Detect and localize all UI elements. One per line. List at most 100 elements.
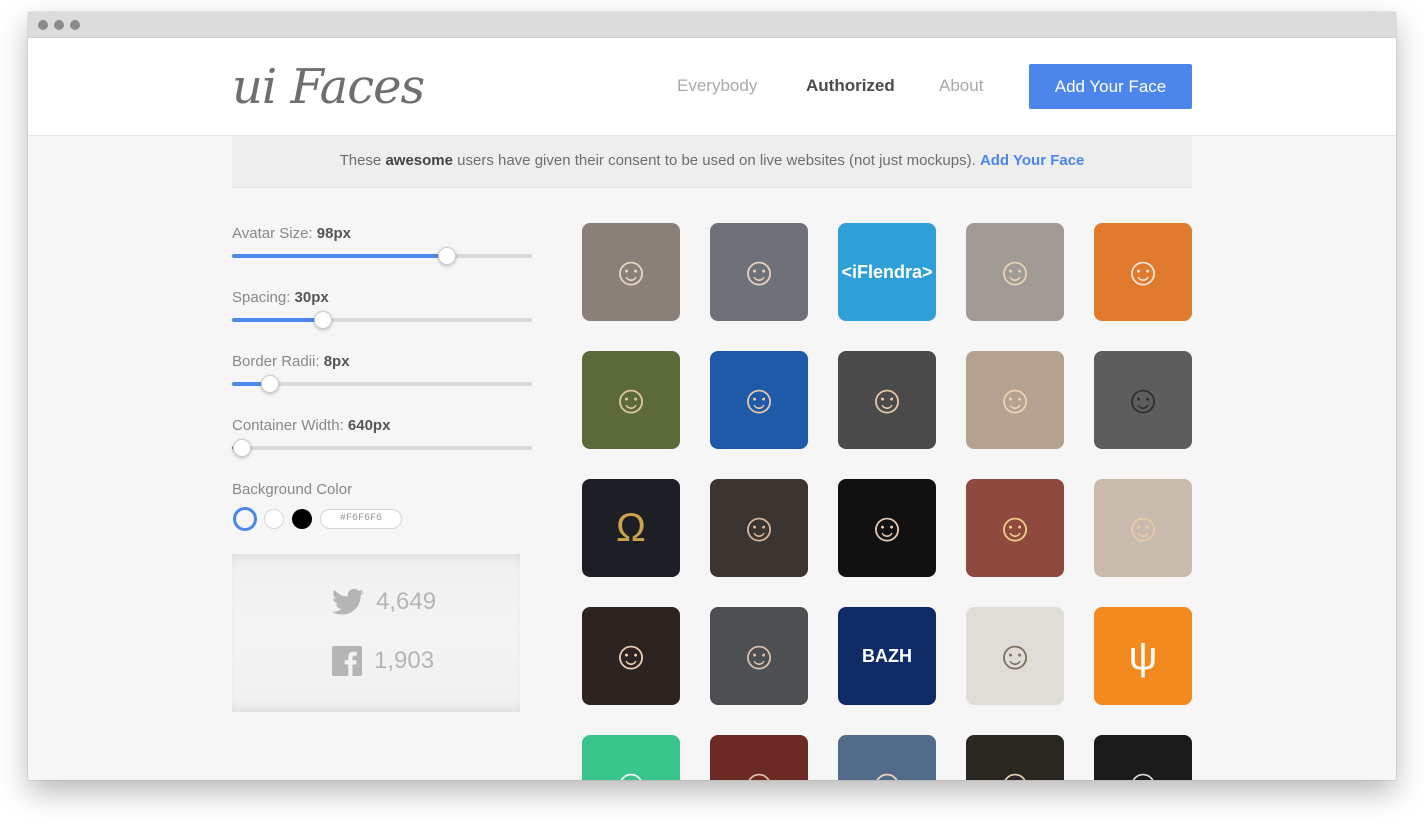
avatar-face-icon: ☺	[610, 634, 652, 678]
avatar-size-label: Avatar Size: 98px	[232, 225, 351, 242]
avatar-tile[interactable]: ☺	[966, 479, 1064, 577]
window-minimize-dot[interactable]	[54, 20, 64, 30]
container-width-label: Container Width: 640px	[232, 417, 390, 434]
notice-text-middle: users have given their consent to be use…	[452, 152, 980, 169]
avatar-face-icon: ☺	[1122, 250, 1164, 294]
window-titlebar	[28, 12, 1396, 38]
avatar-size-slider-fill	[232, 254, 447, 258]
swatch-black[interactable]	[292, 509, 312, 529]
nav-everybody[interactable]: Everybody	[677, 76, 757, 96]
avatar-tile[interactable]: Ω	[582, 479, 680, 577]
notice-add-face-link[interactable]: Add Your Face	[980, 152, 1084, 169]
avatar-face-icon: ☺	[738, 378, 780, 422]
avatar-face-icon: ☺	[738, 634, 780, 678]
browser-window: ui Faces Everybody Authorized About Add …	[28, 12, 1396, 780]
window-maximize-dot[interactable]	[70, 20, 80, 30]
avatar-tile[interactable]: ☺	[582, 607, 680, 705]
avatar-face-icon: ☺	[1123, 764, 1164, 780]
avatar-face-icon: ψ	[1128, 634, 1158, 678]
add-your-face-button[interactable]: Add Your Face	[1029, 64, 1192, 109]
notice-text-prefix: These	[339, 152, 386, 169]
spacing-slider[interactable]	[232, 311, 532, 329]
avatar-tile[interactable]: ☺	[1094, 479, 1192, 577]
avatar-tile[interactable]: ☺	[1094, 735, 1192, 780]
spacing-slider-handle[interactable]	[313, 311, 332, 329]
avatar-grid: ☺ ☺ <iFlendra> ☺ ☺ ☺ ☺ ☺ ☺ ☺ Ω ☺ ☺ ☺ ☺ ☺ ☺ BAZH ☺ ψ ☺ ☺ ☺ ☺ ☺	[582, 223, 1192, 780]
avatar-tile[interactable]: ☺	[710, 351, 808, 449]
avatar-face-icon: ☺	[995, 764, 1036, 780]
consent-notice: These awesome users have given their con…	[232, 136, 1192, 188]
avatar-size-value: 98px	[316, 225, 351, 242]
background-color-label: Background Color	[232, 481, 353, 498]
avatar-tile[interactable]: ☺	[582, 735, 680, 780]
avatar-tile[interactable]: ☺	[710, 479, 808, 577]
container-width-slider-handle[interactable]	[232, 439, 251, 457]
swatch-white[interactable]	[264, 509, 284, 529]
window-close-dot[interactable]	[38, 20, 48, 30]
avatar-tile[interactable]: ☺	[582, 223, 680, 321]
avatar-face-icon: ☺	[1122, 506, 1164, 550]
avatar-tile[interactable]: ψ	[1094, 607, 1192, 705]
twitter-icon	[332, 588, 364, 615]
avatar-size-slider-handle[interactable]	[437, 247, 456, 265]
background-hex-input[interactable]: #F6F6F6	[320, 509, 402, 529]
avatar-tile[interactable]: ☺	[838, 479, 936, 577]
avatar-tile[interactable]: ☺	[966, 351, 1064, 449]
notice-bold-text: awesome	[385, 152, 453, 169]
swatch-light-gray[interactable]	[233, 507, 257, 531]
spacing-slider-fill	[232, 318, 323, 322]
avatar-face-icon: ☺	[994, 634, 1036, 678]
avatar-face-icon: ☺	[994, 378, 1036, 422]
twitter-count-row[interactable]: 4,649	[332, 588, 436, 616]
border-radii-slider[interactable]	[232, 375, 532, 393]
social-counts-panel: 4,649 1,903	[232, 554, 520, 712]
facebook-count: 1,903	[374, 647, 435, 674]
avatar-tile[interactable]: ☺	[838, 351, 936, 449]
avatar-face-icon: ☺	[994, 506, 1036, 550]
avatar-tile[interactable]: ☺	[710, 607, 808, 705]
avatar-size-slider[interactable]	[232, 247, 532, 265]
avatar-face-icon: ☺	[1122, 378, 1164, 422]
avatar-tile[interactable]: ☺	[838, 735, 936, 780]
nav-about[interactable]: About	[939, 76, 983, 96]
site-logo[interactable]: ui Faces	[232, 52, 425, 122]
spacing-label-text: Spacing:	[232, 289, 291, 306]
avatar-face-icon: ☺	[866, 506, 908, 550]
site-header: ui Faces Everybody Authorized About Add …	[28, 38, 1396, 136]
facebook-count-row[interactable]: 1,903	[332, 646, 434, 676]
avatar-face-icon: ☺	[867, 764, 908, 780]
avatar-tile[interactable]: ☺	[966, 607, 1064, 705]
nav-authorized[interactable]: Authorized	[806, 76, 895, 96]
avatar-face-icon: Ω	[616, 506, 646, 550]
avatar-tile[interactable]: ☺	[710, 735, 808, 780]
border-radii-slider-handle[interactable]	[261, 375, 280, 393]
avatar-tile[interactable]: ☺	[710, 223, 808, 321]
avatar-face-icon: ☺	[610, 250, 652, 294]
avatar-tile[interactable]: ☺	[582, 351, 680, 449]
avatar-tile[interactable]: ☺	[1094, 351, 1192, 449]
container-width-slider[interactable]	[232, 439, 532, 457]
border-radii-label-text: Border Radii:	[232, 353, 320, 370]
container-width-value: 640px	[347, 417, 391, 434]
avatar-brand-text: <iFlendra>	[841, 261, 933, 282]
border-radii-label: Border Radii: 8px	[232, 353, 350, 370]
avatar-face-icon: ☺	[611, 764, 652, 780]
spacing-value: 30px	[294, 289, 329, 306]
avatar-face-icon: ☺	[738, 250, 780, 294]
twitter-count: 4,649	[376, 588, 437, 615]
avatar-brand-text: BAZH	[862, 645, 912, 666]
avatar-tile[interactable]: ☺	[966, 223, 1064, 321]
avatar-tile[interactable]: ☺	[1094, 223, 1192, 321]
avatar-tile[interactable]: ☺	[966, 735, 1064, 780]
spacing-label: Spacing: 30px	[232, 289, 329, 306]
facebook-icon	[332, 646, 362, 676]
avatar-size-label-text: Avatar Size:	[232, 225, 313, 242]
avatar-face-icon: ☺	[994, 250, 1036, 294]
avatar-face-icon: ☺	[610, 378, 652, 422]
avatar-tile[interactable]: <iFlendra>	[838, 223, 936, 321]
avatar-face-icon: ☺	[738, 506, 780, 550]
avatar-tile[interactable]: BAZH	[838, 607, 936, 705]
border-radii-value: 8px	[323, 353, 350, 370]
container-width-label-text: Container Width:	[232, 417, 344, 434]
avatar-face-icon: ☺	[866, 378, 908, 422]
